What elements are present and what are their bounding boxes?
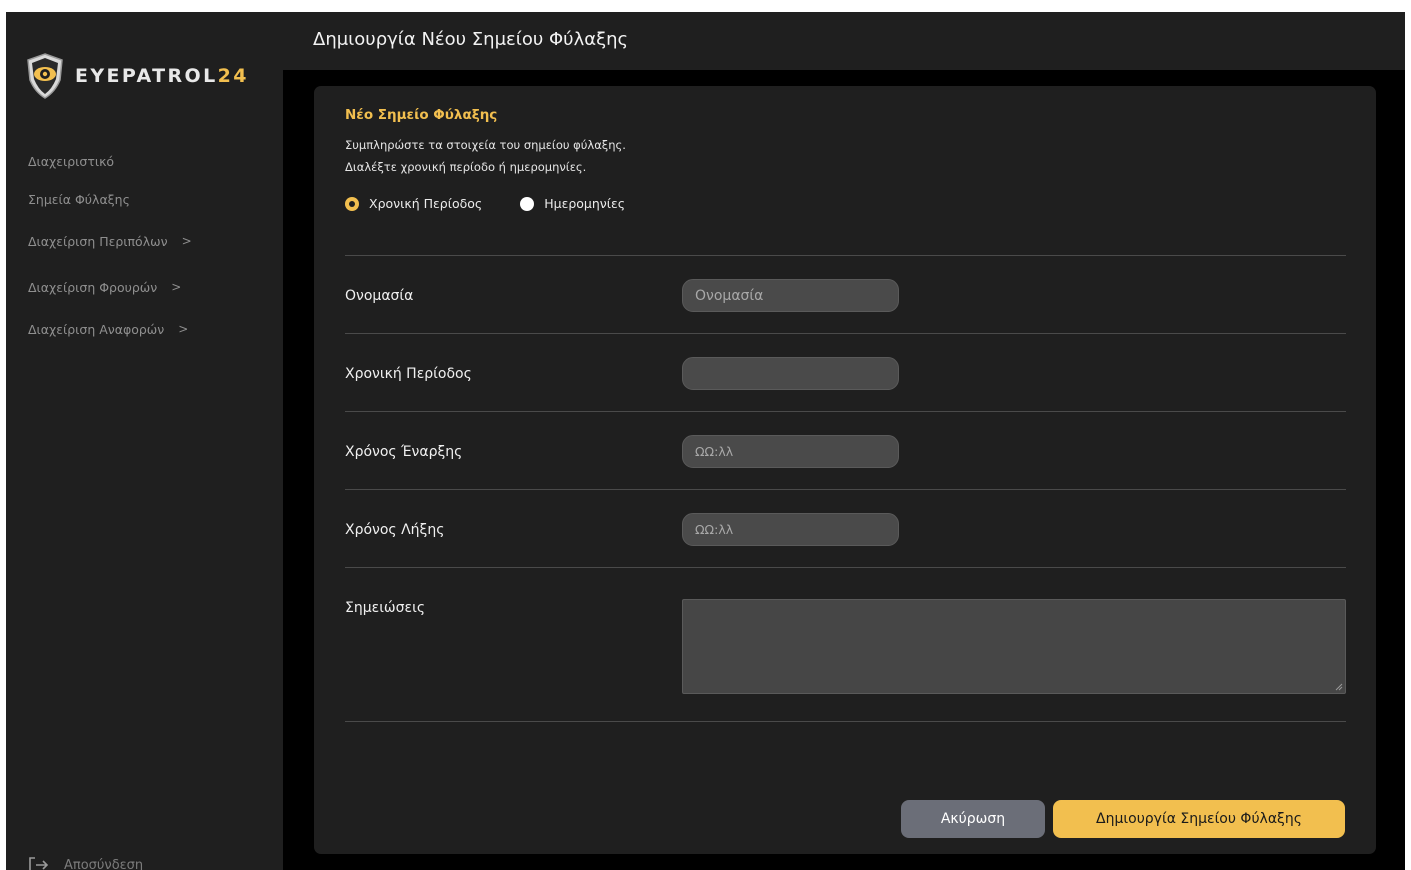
divider xyxy=(345,255,1346,256)
chevron-right-icon: > xyxy=(171,280,182,294)
divider xyxy=(345,411,1346,412)
sidebar-item-dashboard[interactable]: Διαχειριστικό xyxy=(28,140,192,182)
resize-grip-icon[interactable] xyxy=(1335,683,1343,691)
sidebar-item-reports[interactable]: Διαχείριση Αναφορών > xyxy=(28,308,192,350)
divider xyxy=(345,721,1346,722)
page-header: Δημιουργία Νέου Σημείου Φύλαξης xyxy=(283,12,1405,70)
sidebar-item-label: Διαχειριστικό xyxy=(28,153,115,169)
brand-name: EYEPATROL24 xyxy=(75,65,249,87)
notes-textarea[interactable] xyxy=(682,599,1346,694)
notes-label: Σημειώσεις xyxy=(345,600,426,616)
brand-logo[interactable]: EYEPATROL24 xyxy=(25,52,249,100)
logout-label: Αποσύνδεση xyxy=(64,857,144,870)
sidebar-item-patrols[interactable]: Διαχείριση Περιπόλων > xyxy=(28,216,192,266)
radio-unchecked-icon xyxy=(520,196,535,211)
logout-button[interactable]: Αποσύνδεση xyxy=(28,856,143,870)
page-title: Δημιουργία Νέου Σημείου Φύλαξης xyxy=(313,29,629,50)
end-time-placeholder: ΩΩ:λλ xyxy=(695,522,734,537)
form-description-line: Συμπληρώστε τα στοιχεία του σημείου φύλα… xyxy=(345,138,626,152)
radio-checked-icon xyxy=(345,196,359,211)
divider xyxy=(345,489,1346,490)
divider xyxy=(345,567,1346,568)
period-input[interactable] xyxy=(682,357,899,390)
create-guard-point-button[interactable]: Δημιουργία Σημείου Φύλαξης xyxy=(1053,800,1345,838)
sidebar-item-guard-points[interactable]: Σημεία Φύλαξης xyxy=(28,182,192,216)
form-description: Συμπληρώστε τα στοιχεία του σημείου φύλα… xyxy=(345,134,626,178)
radio-time-period[interactable]: Χρονική Περίοδος xyxy=(345,196,482,211)
sidebar: EYEPATROL24 Διαχειριστικό Σημεία Φύλαξης… xyxy=(6,12,283,870)
eye-shield-logo-icon xyxy=(27,53,63,99)
name-input-placeholder: Ονομασία xyxy=(695,287,764,304)
name-label: Ονομασία xyxy=(345,288,414,304)
logout-icon xyxy=(29,857,49,870)
radio-label: Χρονική Περίοδος xyxy=(369,196,483,211)
sidebar-item-label: Διαχείριση Περιπόλων xyxy=(28,233,168,249)
form-title: Νέο Σημείο Φύλαξης xyxy=(345,107,498,123)
radio-label: Ημερομηνίες xyxy=(544,196,626,211)
form-card: Νέο Σημείο Φύλαξης Συμπληρώστε τα στοιχε… xyxy=(314,86,1376,854)
sidebar-item-label: Διαχείριση Φρουρών xyxy=(28,279,158,295)
sidebar-item-label: Διαχείριση Αναφορών xyxy=(28,321,165,337)
form-description-line: Διαλέξτε χρονική περίοδο ή ημερομηνίες. xyxy=(345,160,587,174)
sidebar-item-label: Σημεία Φύλαξης xyxy=(28,191,130,207)
radio-dates[interactable]: Ημερομηνίες xyxy=(520,196,625,211)
sidebar-item-guards[interactable]: Διαχείριση Φρουρών > xyxy=(28,266,192,308)
start-time-input[interactable]: ΩΩ:λλ xyxy=(682,435,899,468)
chevron-right-icon: > xyxy=(181,234,192,248)
period-mode-radio-group: Χρονική Περίοδος Ημερομηνίες xyxy=(345,196,663,211)
start-time-label: Χρόνος Έναρξης xyxy=(345,444,463,460)
name-input[interactable]: Ονομασία xyxy=(682,279,899,312)
period-label: Χρονική Περίοδος xyxy=(345,366,472,382)
app-window: EYEPATROL24 Διαχειριστικό Σημεία Φύλαξης… xyxy=(6,12,1405,870)
divider xyxy=(345,333,1346,334)
end-time-input[interactable]: ΩΩ:λλ xyxy=(682,513,899,546)
sidebar-nav: Διαχειριστικό Σημεία Φύλαξης Διαχείριση … xyxy=(28,140,192,350)
end-time-label: Χρόνος Λήξης xyxy=(345,522,445,538)
chevron-right-icon: > xyxy=(178,322,189,336)
cancel-button[interactable]: Ακύρωση xyxy=(901,800,1045,838)
start-time-placeholder: ΩΩ:λλ xyxy=(695,444,734,459)
